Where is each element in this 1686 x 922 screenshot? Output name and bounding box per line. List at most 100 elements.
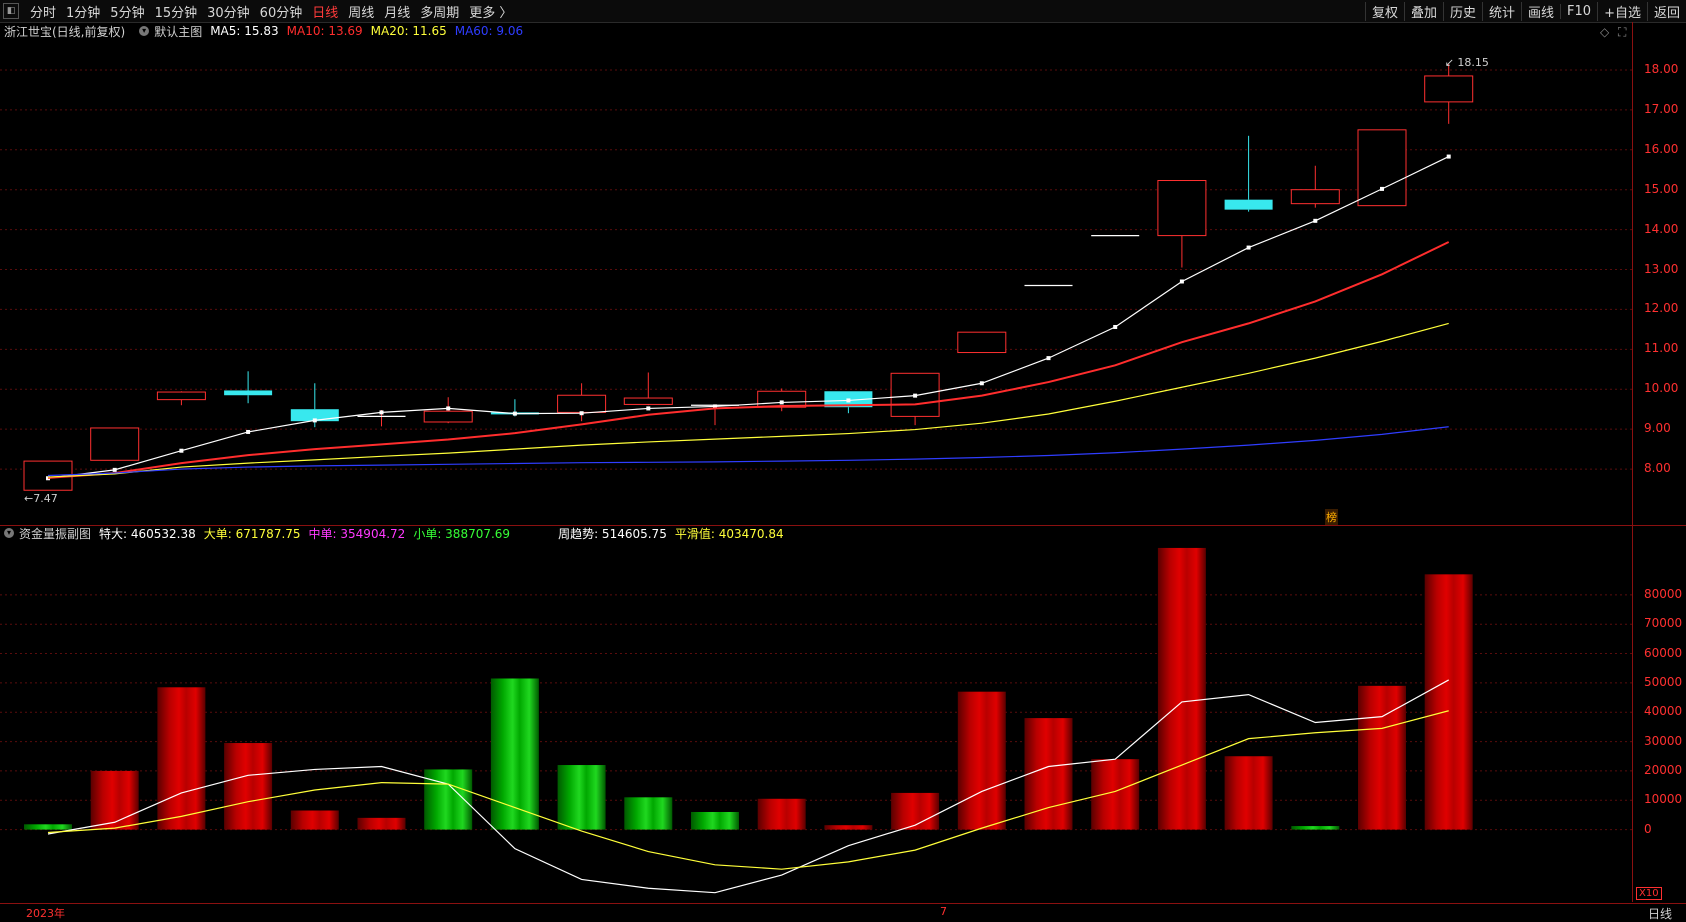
ma5-point <box>179 448 184 453</box>
fund-bar[interactable] <box>424 769 473 830</box>
fund-bar[interactable] <box>357 817 406 830</box>
candle-body <box>156 391 206 401</box>
tab-weekly[interactable]: 周线 <box>343 2 379 21</box>
fund-bar[interactable] <box>90 770 139 830</box>
candle[interactable] <box>557 383 607 422</box>
fund-bar[interactable] <box>1091 759 1140 830</box>
tab-fenshi[interactable]: 分时 <box>25 2 61 21</box>
ma5-point <box>713 404 717 409</box>
fund-bar[interactable] <box>290 810 339 830</box>
fund-bar[interactable] <box>757 798 806 830</box>
fund-bar[interactable] <box>824 825 873 830</box>
f10-button[interactable]: F10 <box>1560 3 1597 19</box>
statistics-button[interactable]: 统计 <box>1482 1 1521 21</box>
tab-more[interactable]: 更多 〉 <box>464 2 517 21</box>
candle-body <box>957 331 1007 354</box>
fund-bar[interactable] <box>624 797 673 830</box>
fund-bar[interactable] <box>1157 547 1206 830</box>
y-tick-label: 0 <box>1644 821 1652 836</box>
ma5-point <box>512 411 517 416</box>
candle-body <box>490 412 539 415</box>
ma10-label: MA10: 13.69 <box>286 24 363 38</box>
ranking-marker[interactable]: 榜 <box>1325 509 1338 525</box>
sub-chart-legend: ▾ 资金量振副图 特大: 460532.38 大单: 671787.75 中单:… <box>0 524 792 542</box>
fund-bar[interactable] <box>24 824 72 830</box>
candle[interactable] <box>691 404 739 426</box>
tab-5min[interactable]: 5分钟 <box>105 2 149 21</box>
indicator-settings-icon[interactable]: ▾ <box>139 26 150 36</box>
candle[interactable] <box>423 397 473 424</box>
fund-bar[interactable] <box>224 743 273 830</box>
y-tick-label: 70000 <box>1644 616 1683 631</box>
month-label: 7 <box>940 905 947 918</box>
fund-bar[interactable] <box>1024 718 1073 830</box>
fund-bar[interactable] <box>691 811 739 830</box>
history-button[interactable]: 历史 <box>1443 1 1482 21</box>
fund-bar[interactable] <box>1358 685 1406 830</box>
overlay-button[interactable]: 叠加 <box>1403 1 1443 21</box>
large-order-label: 大单: 671787.75 <box>203 526 301 541</box>
candle[interactable] <box>757 388 807 412</box>
ma60-label: MA60: 9.06 <box>454 24 524 38</box>
period-label[interactable]: 日线 <box>1648 905 1672 922</box>
ma5-point <box>312 418 317 423</box>
candle-body <box>224 390 273 396</box>
ma5-point <box>1446 154 1451 159</box>
candle[interactable] <box>1224 135 1273 212</box>
restore-rights-button[interactable]: 复权 <box>1364 1 1404 21</box>
candle[interactable] <box>357 410 406 427</box>
indicator-name[interactable]: 默认主图 <box>154 23 202 40</box>
candle-body <box>1424 75 1474 103</box>
candle[interactable] <box>957 331 1007 354</box>
fund-bar[interactable] <box>1424 574 1473 830</box>
fund-bar[interactable] <box>490 678 539 830</box>
candle[interactable] <box>824 391 873 414</box>
candle[interactable] <box>224 371 273 404</box>
fund-bar[interactable] <box>557 765 606 830</box>
ma5-point <box>979 381 984 386</box>
fund-bar[interactable] <box>957 691 1006 830</box>
sub-indicator-name[interactable]: 资金量振副图 <box>19 525 91 542</box>
tab-monthly[interactable]: 月线 <box>379 2 415 21</box>
candle[interactable] <box>1424 63 1474 124</box>
draw-line-button[interactable]: 画线 <box>1521 1 1560 21</box>
candle[interactable] <box>1290 165 1340 208</box>
right-toolbar: 复权 叠加 历史 统计 画线 F10 +自选 返回 <box>1364 0 1686 22</box>
expand-icon[interactable]: ⛶ <box>1618 25 1626 40</box>
candle[interactable] <box>290 383 339 428</box>
candle[interactable] <box>1357 129 1407 207</box>
tab-30min[interactable]: 30分钟 <box>202 2 255 21</box>
candle-body <box>90 427 140 461</box>
tab-multi-period[interactable]: 多周期 <box>415 2 464 21</box>
diamond-icon[interactable]: ◇ <box>1600 25 1609 39</box>
sub-indicator-settings-icon[interactable]: ▾ <box>4 528 14 538</box>
tab-15min[interactable]: 15分钟 <box>150 2 203 21</box>
candle-body <box>1290 189 1340 205</box>
tab-1min[interactable]: 1分钟 <box>61 2 105 21</box>
ma5-point <box>446 406 451 411</box>
fund-bar[interactable] <box>1224 756 1273 830</box>
ma5-point <box>1113 324 1118 329</box>
y-tick-label: 60000 <box>1644 645 1683 660</box>
candle[interactable] <box>890 372 940 426</box>
y-tick-label: 80000 <box>1644 586 1683 601</box>
candle[interactable] <box>23 460 73 491</box>
fund-bar[interactable] <box>157 687 206 830</box>
candle-body <box>1157 180 1207 237</box>
panel-divider <box>0 525 1686 526</box>
window-control-icon[interactable]: ◧ <box>3 3 19 19</box>
super-large-label: 特大: 460532.38 <box>99 526 196 541</box>
candle[interactable] <box>1157 180 1207 268</box>
ma5-point <box>1179 279 1184 284</box>
tab-daily[interactable]: 日线 <box>307 2 343 21</box>
tab-60min[interactable]: 60分钟 <box>255 2 308 21</box>
fund-bar[interactable] <box>891 792 940 830</box>
candle[interactable] <box>490 399 539 417</box>
fund-bar[interactable] <box>1291 826 1340 830</box>
ma-line-ma10 <box>47 241 1450 479</box>
candle[interactable] <box>90 427 140 461</box>
candle[interactable] <box>623 372 673 406</box>
axis-divider <box>1632 22 1633 902</box>
candle-body <box>1224 199 1273 210</box>
candle[interactable] <box>156 391 206 406</box>
